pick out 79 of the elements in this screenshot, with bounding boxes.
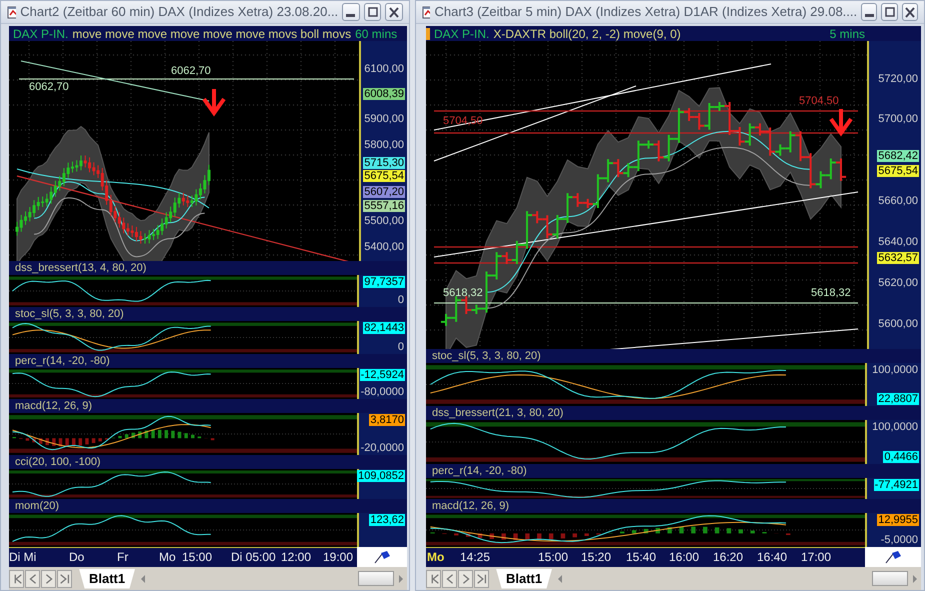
window-title: Chart3 (Zeitbar 5 min) DAX (Indizes Xetra) D1AR (Indizes Xetra) 29.08.... xyxy=(434,3,858,22)
window-title: Chart2 (Zeitbar 60 min) DAX (Indizes Xetra) 23.08.20... xyxy=(20,3,338,22)
axis-label: 5620,00 xyxy=(877,277,919,289)
price-level-label: 5618,32 xyxy=(811,287,851,299)
axis-label: 5900,00 xyxy=(363,113,405,125)
time-label: 17:00 xyxy=(801,550,832,564)
value-badge: 109,0852 xyxy=(357,470,405,482)
time-label: Di 05:00 xyxy=(231,550,276,564)
indicator-name: stoc_sl(5, 3, 3, 80, 20) xyxy=(15,308,124,320)
indicator-name: stoc_sl(5, 3, 3, 80, 20) xyxy=(432,350,541,362)
time-label: Fr xyxy=(117,550,128,564)
indicator-name: dss_bressert(13, 4, 80, 20) xyxy=(15,262,146,274)
time-label: 16:20 xyxy=(713,550,744,564)
axis-label: -20,0000 xyxy=(360,442,405,454)
axis-label: 6100,00 xyxy=(363,63,405,75)
time-label: Mo xyxy=(159,550,176,564)
price-badge: 5607,20 xyxy=(363,186,405,198)
price-badge: 5715,30 xyxy=(363,157,405,169)
axis-label: 5700,00 xyxy=(877,113,919,125)
indicator-name: macd(12, 26, 9) xyxy=(15,400,92,412)
time-label: 14:25 xyxy=(460,550,490,564)
axis-label: 5500,00 xyxy=(363,215,405,227)
symbol-label: DAX P-IN. xyxy=(434,26,490,42)
interval-label: 5 mins xyxy=(830,26,865,42)
price-level-label: 6062,70 xyxy=(29,81,69,93)
time-label: 15:00 xyxy=(182,550,212,564)
axis-label: -5,0000 xyxy=(880,534,919,546)
axis-label: -80,0000 xyxy=(360,386,405,398)
studies-label: move move move move move move movs boll movs xyxy=(72,26,352,42)
axis-label: 5640,00 xyxy=(877,236,919,248)
axis-label: 5400,00 xyxy=(363,241,405,253)
value-badge: 3,8170 xyxy=(369,414,405,426)
value-badge: 123,62 xyxy=(369,514,405,526)
indicator-name: perc_r(14, -20, -80) xyxy=(432,465,527,477)
price-level-label: 6062,70 xyxy=(171,65,211,77)
time-label: 15:40 xyxy=(626,550,656,564)
indicator-name: mom(20) xyxy=(15,500,60,512)
sheet-tab[interactable]: Blatt1 xyxy=(496,568,552,588)
indicator-name: dss_bressert(21, 3, 80, 20) xyxy=(432,407,564,419)
symbol-label: DAX P-IN. xyxy=(13,26,68,42)
value-badge: 82,1443 xyxy=(363,322,405,334)
interval-label: 60 mins xyxy=(355,26,398,42)
axis-label: 5720,00 xyxy=(877,73,919,85)
axis-label: 100,0000 xyxy=(871,364,919,376)
price-badge: 5675,54 xyxy=(363,170,405,182)
studies-label: X-DAXTR boll(20, 2, -2) move(9, 0) xyxy=(493,26,681,42)
value-badge: 22,8807 xyxy=(877,393,919,405)
price-level-label: 5704,50 xyxy=(799,95,839,107)
price-level-label: 5618,32 xyxy=(443,287,483,299)
indicator-name: cci(20, 100, -100) xyxy=(15,456,101,468)
time-label: 15:00 xyxy=(538,550,568,564)
axis-label: 100,0000 xyxy=(871,421,919,433)
price-badge: 6008,39 xyxy=(363,88,405,100)
value-badge: -77,4921 xyxy=(874,479,919,491)
value-badge: 0,4466 xyxy=(883,451,919,463)
axis-label: 5660,00 xyxy=(877,195,919,207)
price-badge: 5557,16 xyxy=(363,200,405,212)
indicator-name: perc_r(14, -20, -80) xyxy=(15,355,110,367)
price-badge: 5632,57 xyxy=(877,252,919,264)
time-label: 12:00 xyxy=(281,550,312,564)
axis-label: 0 xyxy=(396,341,405,353)
time-label: Mo xyxy=(427,550,444,564)
price-badge: 5682,42 xyxy=(877,150,919,162)
value-badge: -12,5924 xyxy=(360,369,405,381)
time-label: 16:00 xyxy=(669,550,700,564)
sheet-tab[interactable]: Blatt1 xyxy=(79,568,136,588)
price-badge: 5675,54 xyxy=(877,165,919,177)
time-label: 16:40 xyxy=(757,550,788,564)
value-badge: 12,9955 xyxy=(877,514,919,526)
value-badge: 97,7357 xyxy=(363,276,405,288)
time-label: Do xyxy=(69,550,84,564)
time-label: 15:20 xyxy=(581,550,612,564)
indicator-name: macd(12, 26, 9) xyxy=(432,500,510,512)
time-label: 19:00 xyxy=(323,550,354,564)
axis-label: 5800,00 xyxy=(363,139,405,151)
price-level-label: 5704,50 xyxy=(443,115,483,127)
time-label: Di Mi xyxy=(9,550,36,564)
axis-label: 0 xyxy=(396,294,405,306)
axis-label: 5600,00 xyxy=(877,318,919,330)
